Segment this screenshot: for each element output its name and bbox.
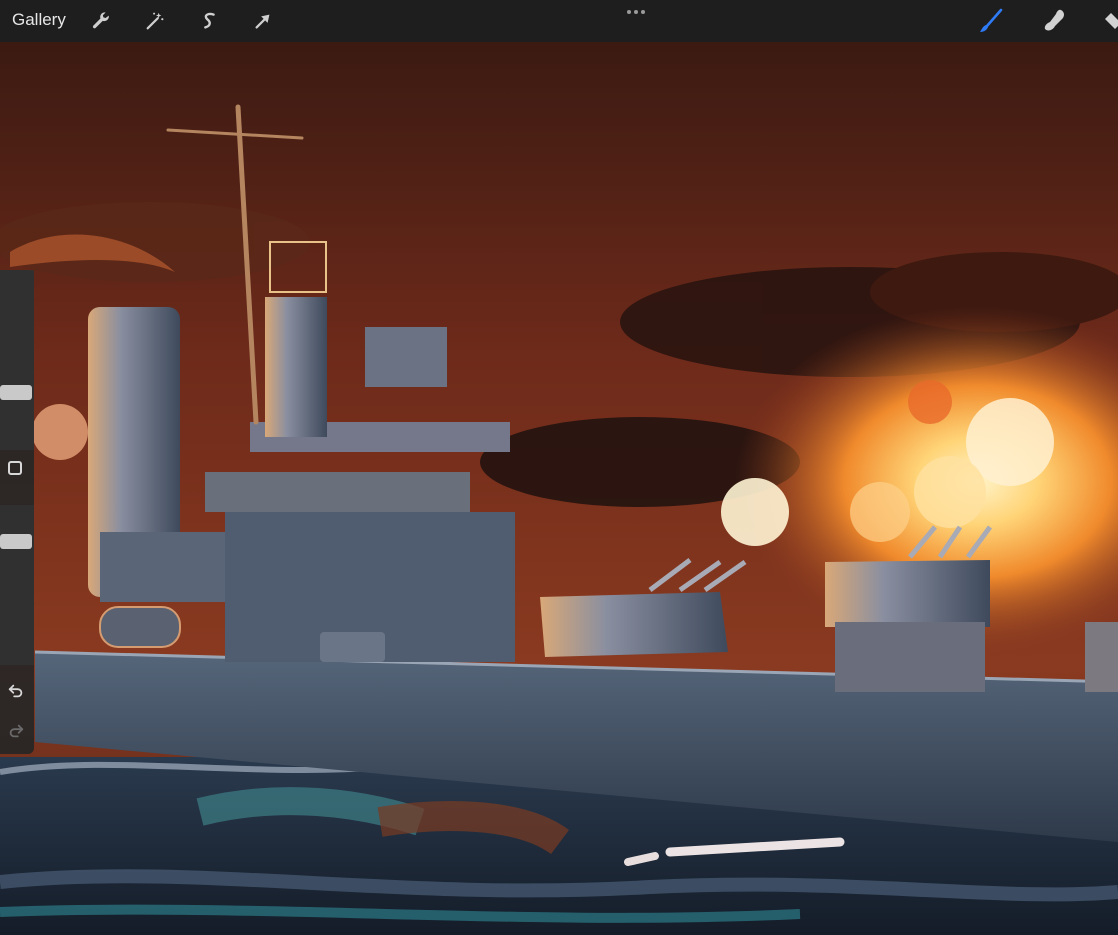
drawing-canvas[interactable] — [0, 42, 1118, 935]
transform-button[interactable] — [248, 6, 278, 36]
brush-icon — [980, 8, 1003, 32]
smudge-tool-button[interactable] — [1040, 6, 1070, 36]
brush-opacity-thumb[interactable] — [0, 534, 32, 549]
eraser-icon — [1105, 13, 1118, 29]
brush-size-slider[interactable] — [0, 270, 34, 450]
actions-button[interactable] — [86, 6, 116, 36]
smudge-finger-icon — [1044, 9, 1064, 31]
more-options-button[interactable] — [620, 2, 652, 22]
more-dot — [634, 10, 638, 14]
paint-tool-button[interactable] — [976, 6, 1006, 36]
magic-wand-icon — [146, 12, 164, 30]
redo-arrow-icon — [9, 724, 24, 738]
undo-button[interactable] — [5, 680, 27, 702]
top-toolbar: Gallery — [0, 0, 1118, 42]
redo-button[interactable] — [5, 720, 27, 742]
brush-opacity-slider[interactable] — [0, 505, 34, 665]
more-dot — [641, 10, 645, 14]
brush-size-thumb[interactable] — [0, 385, 32, 400]
battleship-painting-icon — [0, 42, 1118, 935]
modify-button[interactable] — [8, 461, 22, 475]
arrow-cursor-icon — [255, 14, 270, 29]
adjustments-button[interactable] — [140, 6, 170, 36]
erase-tool-button[interactable] — [1100, 6, 1118, 36]
selection-s-icon — [204, 12, 215, 29]
selection-button[interactable] — [194, 6, 224, 36]
gallery-button[interactable]: Gallery — [12, 10, 66, 30]
more-dots-icon — [627, 10, 631, 14]
left-sidebar — [0, 270, 34, 754]
wrench-icon — [92, 12, 109, 29]
undo-arrow-icon — [8, 684, 23, 698]
procreate-app: Gallery — [0, 0, 1118, 935]
